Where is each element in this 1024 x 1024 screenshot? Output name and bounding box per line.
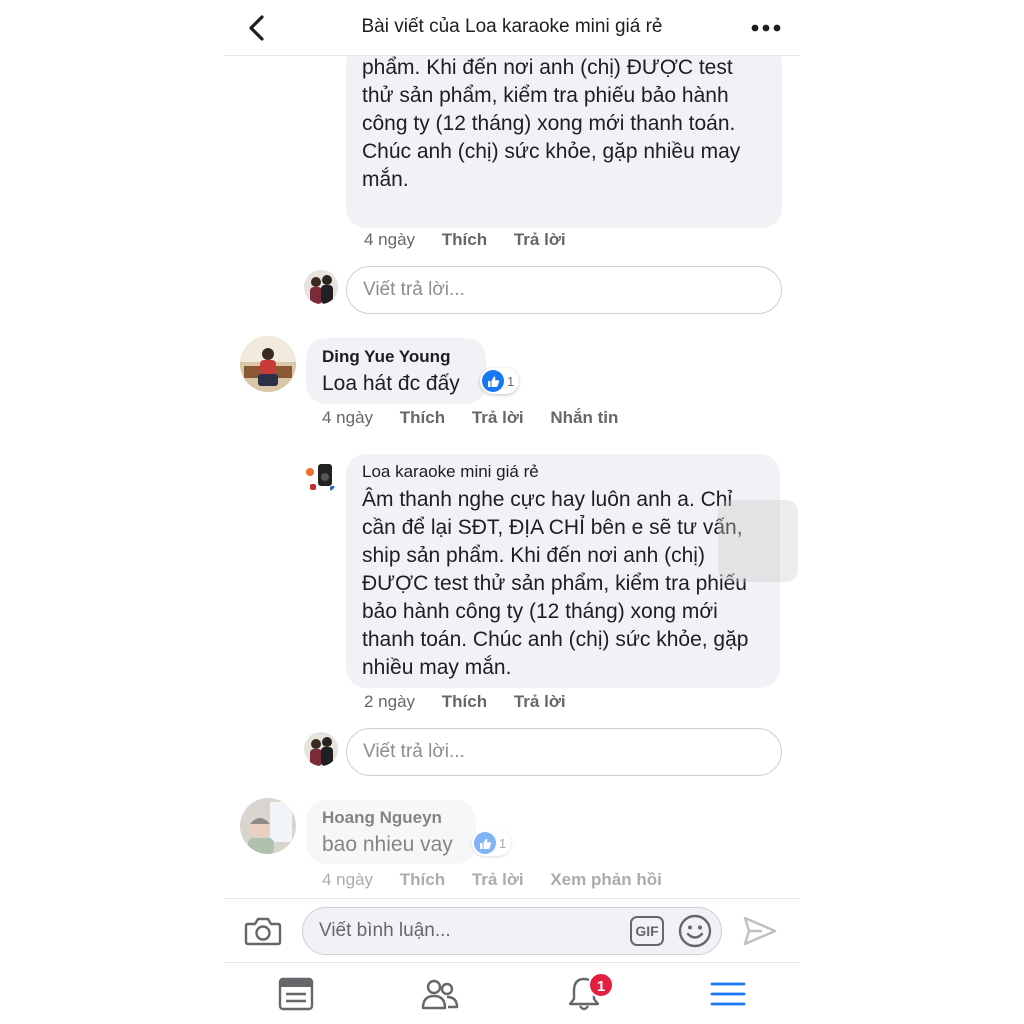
- reaction-count[interactable]: 1: [480, 368, 520, 394]
- comment-actions: 4 ngày Thích Trả lời Nhắn tin: [322, 408, 640, 428]
- menu-icon[interactable]: [708, 975, 748, 1013]
- camera-icon[interactable]: [244, 915, 282, 947]
- reply-link[interactable]: Trả lời: [472, 870, 524, 889]
- send-icon[interactable]: [742, 915, 778, 947]
- comment-time: 4 ngày: [364, 230, 416, 249]
- comment-actions: 4 ngày Thích Trả lời Xem phản hồi: [322, 870, 684, 890]
- user-avatar: [304, 732, 338, 766]
- commenter-name[interactable]: Hoang Ngueyn: [322, 808, 460, 828]
- comment-bubble: Hoang Ngueyn bao nhieu vay: [306, 800, 476, 864]
- top-bar: Bài viết của Loa karaoke mini giá rẻ: [224, 0, 800, 56]
- comment-composer: Viết bình luận... GIF: [224, 898, 800, 962]
- comment-text: bao nhieu vay: [322, 833, 453, 856]
- friends-icon[interactable]: [420, 975, 460, 1013]
- comment-text: Âm thanh nghe cực hay luôn anh a. Chỉ cầ…: [362, 488, 749, 679]
- like-link[interactable]: Thích: [442, 692, 487, 711]
- person-photo-icon: [240, 336, 296, 392]
- like-link[interactable]: Thích: [442, 230, 487, 249]
- comments-screen: Bài viết của Loa karaoke mini giá rẻ để …: [224, 0, 800, 1024]
- speaker-logo-icon: [304, 460, 338, 494]
- couple-photo-icon: [304, 732, 338, 766]
- comment-thread: để lại ĐỊA CHỈ bên e sẽ tư vấn, ship sản…: [224, 56, 800, 898]
- emoji-icon[interactable]: [678, 914, 712, 948]
- reply-link[interactable]: Trả lời: [472, 408, 524, 427]
- reaction-number: 1: [507, 373, 515, 389]
- like-reaction-icon: [482, 370, 504, 392]
- news-feed-icon[interactable]: [276, 975, 316, 1013]
- comment-time: 2 ngày: [364, 692, 416, 711]
- reply-input[interactable]: Viết trả lời...: [346, 266, 782, 314]
- more-options-icon[interactable]: [750, 18, 782, 38]
- comment-actions: 2 ngày Thích Trả lời: [364, 692, 588, 712]
- couple-photo-icon: [304, 270, 338, 304]
- back-arrow-icon[interactable]: [244, 14, 270, 42]
- reply-input[interactable]: Viết trả lời...: [346, 728, 782, 776]
- commenter-name[interactable]: Loa karaoke mini giá rẻ: [362, 462, 764, 482]
- commenter-name[interactable]: Ding Yue Young: [322, 347, 470, 367]
- notification-badge: 1: [588, 972, 614, 998]
- comment-time: 4 ngày: [322, 408, 374, 427]
- page-title: Bài viết của Loa karaoke mini giá rẻ: [361, 16, 663, 37]
- comment-bubble: Loa karaoke mini giá rẻ Âm thanh nghe cự…: [346, 454, 780, 688]
- like-link[interactable]: Thích: [400, 870, 445, 889]
- message-link[interactable]: Nhắn tin: [550, 408, 618, 427]
- commenter-avatar[interactable]: [240, 336, 296, 392]
- comment-text: để lại ĐỊA CHỈ bên e sẽ tư vấn, ship sản…: [362, 56, 741, 191]
- comment-bubble: để lại ĐỊA CHỈ bên e sẽ tư vấn, ship sản…: [346, 56, 782, 228]
- like-reaction-icon: [474, 832, 496, 854]
- comment-text: Loa hát đc đấy: [322, 372, 460, 395]
- person-photo-icon: [240, 798, 296, 854]
- reaction-number: 1: [499, 835, 507, 851]
- comment-bubble: Ding Yue Young Loa hát đc đấy: [306, 338, 486, 404]
- reply-link[interactable]: Trả lời: [514, 230, 566, 249]
- comment-time: 4 ngày: [322, 870, 374, 889]
- bottom-tab-bar: [224, 962, 800, 1024]
- like-link[interactable]: Thích: [400, 408, 445, 427]
- reply-link[interactable]: Trả lời: [514, 692, 566, 711]
- view-replies-link[interactable]: Xem phản hồi: [550, 870, 661, 889]
- user-avatar: [304, 270, 338, 304]
- reaction-count[interactable]: 1: [472, 830, 512, 856]
- commenter-avatar[interactable]: [240, 798, 296, 854]
- page-avatar[interactable]: [304, 460, 338, 494]
- floating-assistive-button[interactable]: [718, 500, 798, 582]
- gif-button[interactable]: GIF: [630, 916, 664, 946]
- comment-actions: 4 ngày Thích Trả lời: [364, 230, 588, 250]
